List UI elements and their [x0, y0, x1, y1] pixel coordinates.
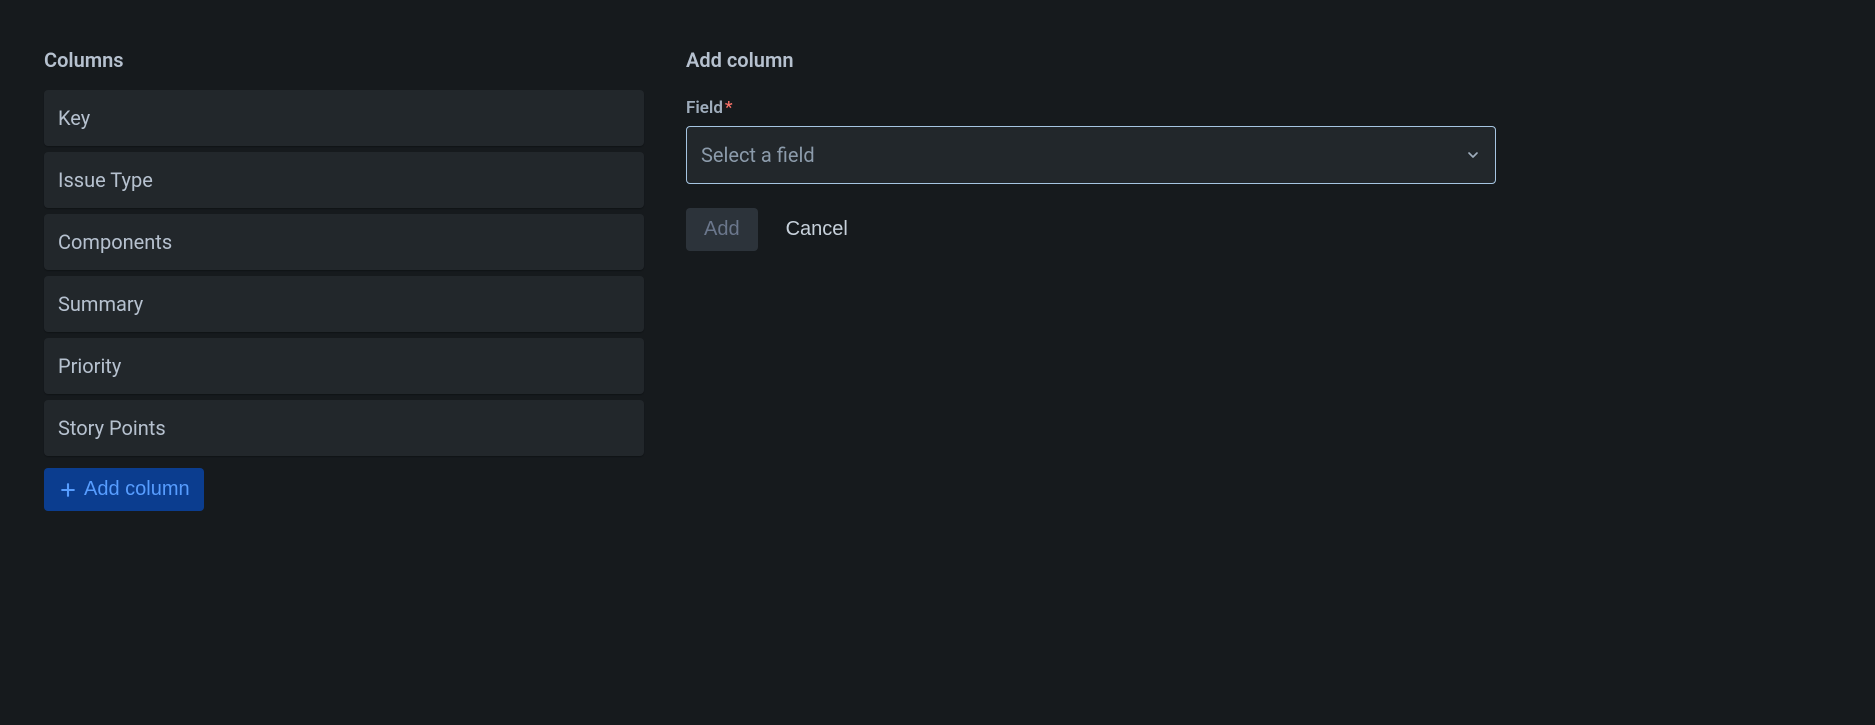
chevron-down-icon [1465, 147, 1481, 163]
cancel-button-label: Cancel [786, 218, 848, 240]
column-item-label: Summary [58, 292, 143, 316]
field-label: Field* [686, 98, 1496, 118]
column-item[interactable]: Issue Type [44, 152, 644, 208]
field-select-placeholder: Select a field [701, 143, 815, 167]
column-item-label: Priority [58, 354, 121, 378]
add-button-label: Add [704, 218, 740, 240]
field-select[interactable]: Select a field [686, 126, 1496, 184]
field-label-text: Field [686, 98, 723, 118]
column-item[interactable]: Priority [44, 338, 644, 394]
column-list: Key Issue Type Components Summary Priori… [44, 90, 644, 456]
columns-panel: Columns Key Issue Type Components Summar… [44, 48, 644, 511]
column-item-label: Components [58, 230, 172, 254]
field-select-wrapper: Select a field [686, 126, 1496, 184]
add-column-button[interactable]: Add column [44, 468, 204, 511]
required-indicator: * [725, 98, 733, 118]
column-item[interactable]: Key [44, 90, 644, 146]
add-button[interactable]: Add [686, 208, 758, 251]
plus-icon [58, 480, 78, 500]
column-item[interactable]: Summary [44, 276, 644, 332]
add-column-title: Add column [686, 48, 1496, 72]
add-column-button-label: Add column [84, 478, 190, 501]
columns-title: Columns [44, 48, 644, 72]
column-item-label: Issue Type [58, 168, 153, 192]
column-item-label: Story Points [58, 416, 166, 440]
cancel-button[interactable]: Cancel [768, 208, 866, 251]
column-item-label: Key [58, 106, 90, 130]
column-item[interactable]: Story Points [44, 400, 644, 456]
add-column-panel: Add column Field* Select a field Add Can… [686, 48, 1496, 511]
button-row: Add Cancel [686, 208, 1496, 251]
column-item[interactable]: Components [44, 214, 644, 270]
